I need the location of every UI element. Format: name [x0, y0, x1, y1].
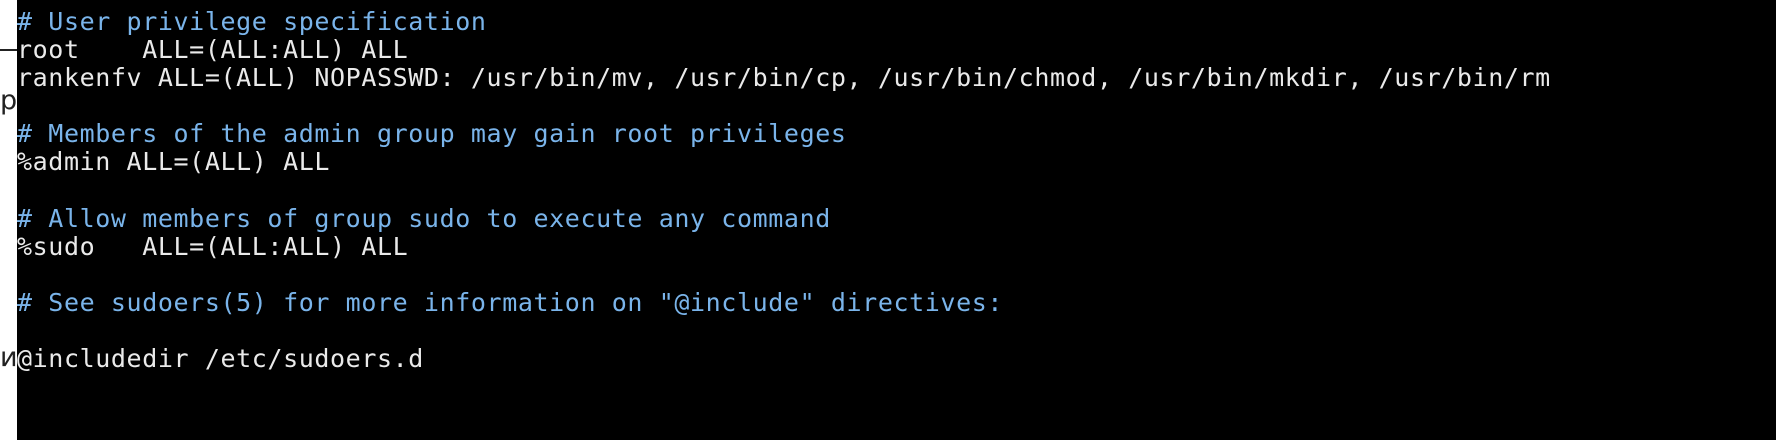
background-text-fragment: ре [0, 85, 17, 116]
background-text-fragment: и [0, 342, 17, 373]
sudoers-rule-line: %admin ALL=(ALL) ALL [17, 147, 331, 176]
screen: ре и # User privilege specification root… [0, 0, 1776, 440]
sudoers-rule-line: rankenfv ALL=(ALL) NOPASSWD: /usr/bin/mv… [17, 63, 1551, 92]
includedir-line: @includedir /etc/sudoers.d [17, 344, 424, 373]
sudoers-rule-line: %sudo ALL=(ALL:ALL) ALL [17, 232, 409, 261]
background-divider [0, 49, 17, 51]
terminal-editor[interactable]: # User privilege specification root ALL=… [17, 0, 1776, 440]
background-window-edge: ре и [0, 0, 17, 440]
comment-line: # See sudoers(5) for more information on… [17, 288, 1004, 317]
